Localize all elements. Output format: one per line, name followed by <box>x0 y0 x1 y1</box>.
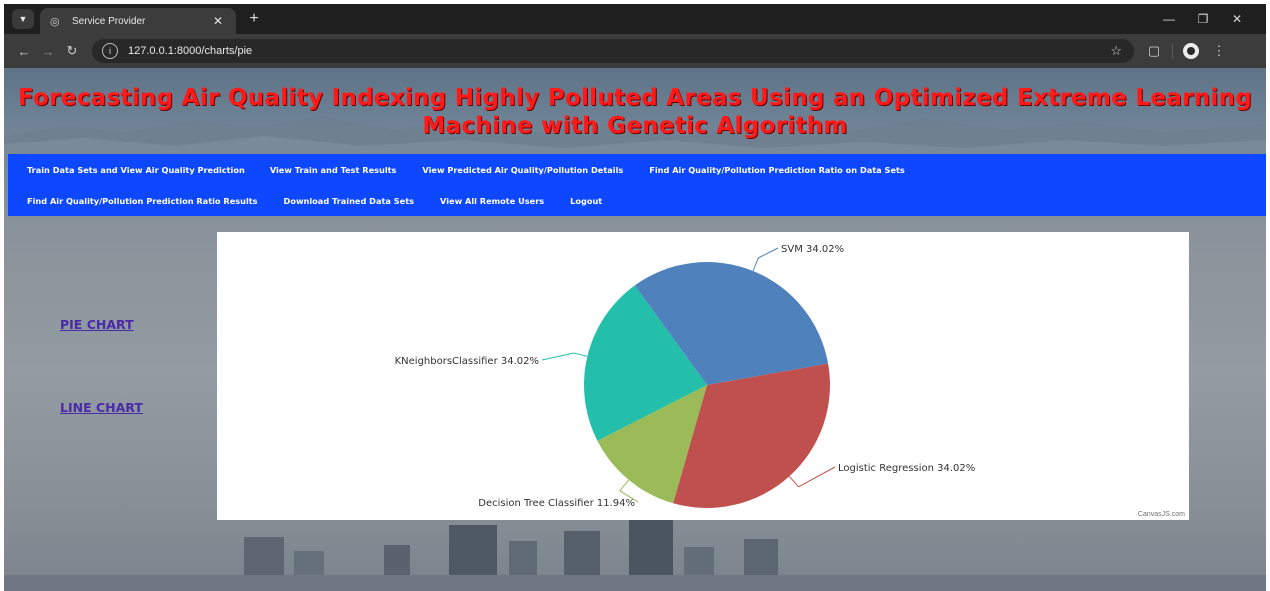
nav-link-predicted-details[interactable]: View Predicted Air Quality/Pollution Det… <box>422 165 623 175</box>
line-chart-link[interactable]: LINE CHART <box>60 400 143 415</box>
main-navbar: Train Data Sets and View Air Quality Pre… <box>8 154 1266 216</box>
nav-link-download-data-sets[interactable]: Download Trained Data Sets <box>284 196 414 206</box>
globe-icon: ◎ <box>50 15 60 28</box>
back-icon[interactable]: ← <box>12 44 36 59</box>
page-title: Forecasting Air Quality Indexing Highly … <box>17 85 1253 139</box>
nav-link-logout[interactable]: Logout <box>570 196 602 206</box>
chart-credit[interactable]: CanvasJS.com <box>1138 511 1185 518</box>
pie-label-logistic-regression: Logistic Regression 34.02% <box>838 463 975 474</box>
pie-chart-link[interactable]: PIE CHART <box>60 317 134 332</box>
profile-icon[interactable] <box>1183 43 1199 59</box>
pie-chart-container: SVM 34.02% Logistic Regression 34.02% Deci… <box>217 232 1189 520</box>
page-viewport: Forecasting Air Quality Indexing Highly … <box>4 68 1266 591</box>
nav-link-prediction-ratio[interactable]: Find Air Quality/Pollution Prediction Ra… <box>649 165 905 175</box>
browser-toolbar: ← → ↻ i 127.0.0.1:8000/charts/pie ☆ ▢ ⋮ <box>4 34 1266 68</box>
window-controls: — ❐ ✕ <box>1152 12 1254 26</box>
browser-tab-bar: ▼ ◎ Service Provider ✕ + — ❐ ✕ <box>4 4 1266 34</box>
new-tab-button[interactable]: + <box>246 10 262 28</box>
url-text[interactable]: 127.0.0.1:8000/charts/pie <box>128 45 252 57</box>
nav-link-train-data-sets[interactable]: Train Data Sets and View Air Quality Pre… <box>27 165 245 175</box>
pie-leader-line-logistic-regression <box>788 466 836 488</box>
toolbar-divider <box>1172 43 1173 59</box>
tab-search-icon[interactable]: ▼ <box>12 9 34 29</box>
nav-row-2: Find Air Quality/Pollution Prediction Ra… <box>8 193 602 209</box>
forward-icon[interactable]: → <box>36 44 60 59</box>
close-icon[interactable]: ✕ <box>210 14 226 28</box>
extensions-icon[interactable]: ▢ <box>1140 43 1168 59</box>
toolbar-actions: ▢ ⋮ <box>1140 43 1233 59</box>
nav-link-remote-users[interactable]: View All Remote Users <box>440 196 544 206</box>
pie-label-svm: SVM 34.02% <box>781 244 844 255</box>
nav-row-1: Train Data Sets and View Air Quality Pre… <box>8 162 905 178</box>
city-skyline <box>4 519 1266 591</box>
pie-label-decision-tree-classifier: Decision Tree Classifier 11.94% <box>478 498 635 509</box>
pie-leader-line-svm <box>752 247 779 272</box>
reload-icon[interactable]: ↻ <box>60 43 84 59</box>
pie-label-kneighborsclassifier: KNeighborsClassifier 34.02% <box>395 356 539 367</box>
star-icon[interactable]: ☆ <box>1110 43 1122 59</box>
minimize-icon[interactable]: — <box>1152 12 1186 26</box>
nav-link-ratio-results[interactable]: Find Air Quality/Pollution Prediction Ra… <box>27 196 258 206</box>
address-bar[interactable]: i 127.0.0.1:8000/charts/pie ☆ <box>92 39 1134 63</box>
pie-leader-line-kneighborsclassifier <box>541 352 588 361</box>
browser-tab[interactable]: ◎ Service Provider ✕ <box>40 8 236 34</box>
pie-chart: SVM 34.02% Logistic Regression 34.02% Deci… <box>395 244 976 509</box>
tab-title: Service Provider <box>72 15 146 27</box>
info-icon[interactable]: i <box>102 43 118 59</box>
close-window-icon[interactable]: ✕ <box>1220 12 1254 26</box>
menu-icon[interactable]: ⋮ <box>1205 43 1233 59</box>
restore-icon[interactable]: ❐ <box>1186 12 1220 26</box>
nav-link-train-test-results[interactable]: View Train and Test Results <box>270 165 397 175</box>
